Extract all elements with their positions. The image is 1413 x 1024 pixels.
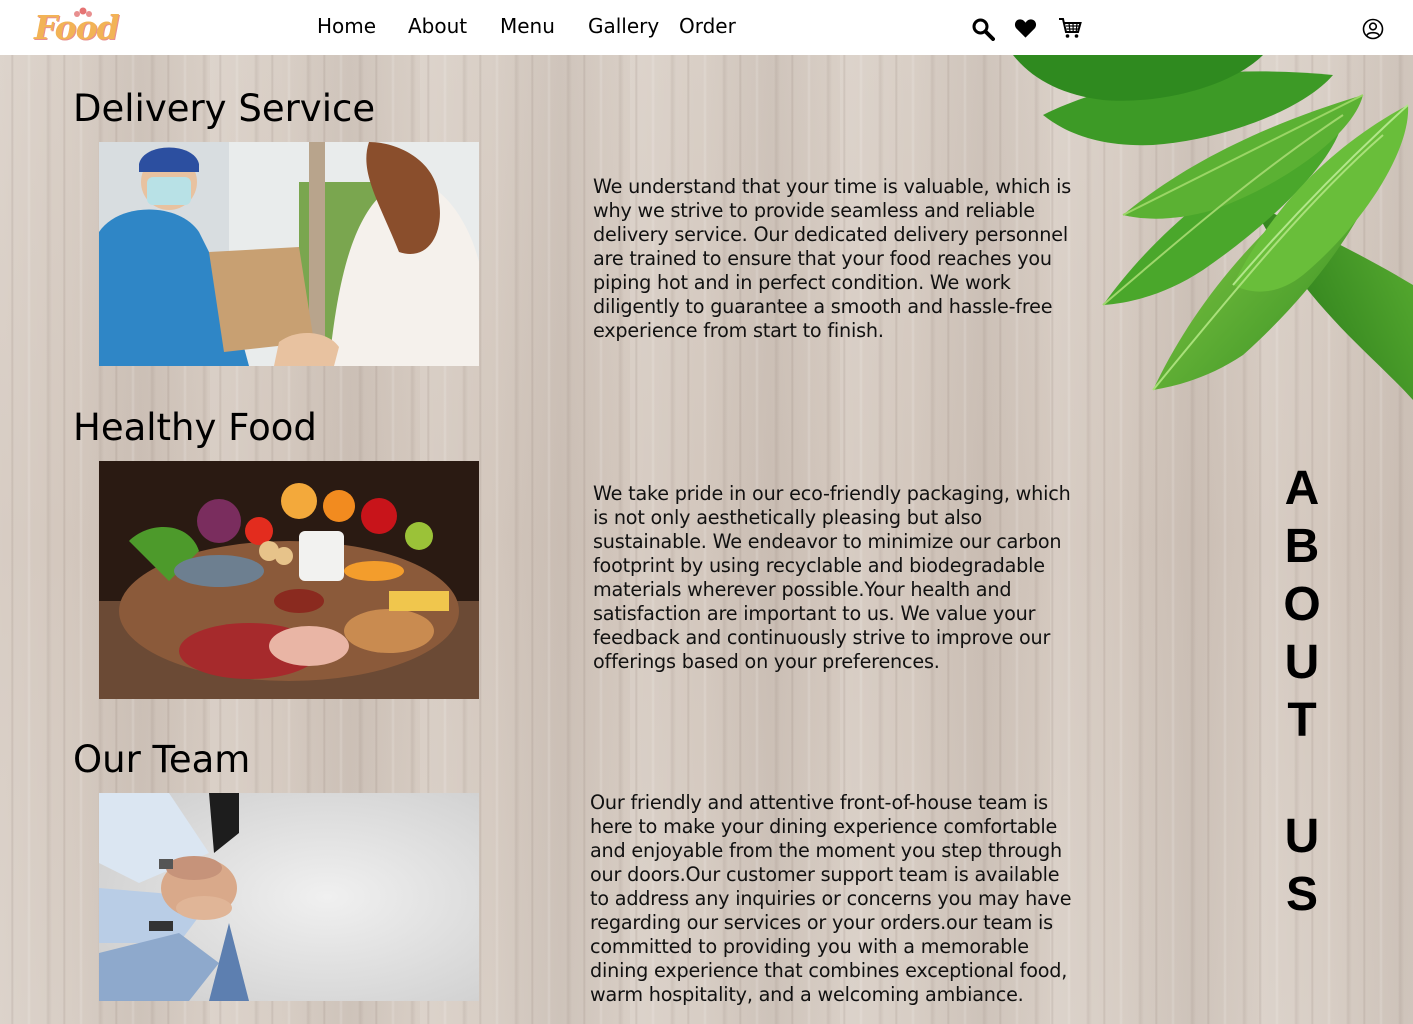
about-page-content: Delivery Service We understand that your…	[0, 55, 1413, 1024]
healthy-food-description: We take pride in our eco-friendly packag…	[593, 482, 1071, 673]
nav-gallery-link[interactable]: Gallery	[588, 14, 659, 38]
cart-icon[interactable]	[1058, 17, 1082, 39]
delivery-service-heading: Delivery Service	[73, 87, 376, 130]
our-team-description: Our friendly and attentive front-of-hous…	[590, 791, 1072, 1006]
healthy-food-photo	[99, 461, 479, 699]
delivery-service-photo	[99, 142, 479, 366]
nav-menu-link[interactable]: Menu	[500, 14, 555, 38]
food-logo[interactable]: Food	[34, 6, 120, 50]
user-account-icon[interactable]	[1362, 18, 1384, 40]
about-us-vertical-heading: A B O U T U S	[1278, 460, 1326, 924]
healthy-food-heading: Healthy Food	[73, 406, 317, 449]
nav-about-link[interactable]: About	[408, 14, 467, 38]
heading-letter: U	[1284, 810, 1320, 863]
logo-text: Food	[34, 8, 120, 47]
our-team-photo	[99, 793, 479, 1001]
heading-letter: A	[1284, 462, 1320, 515]
heading-letter: U	[1284, 636, 1320, 689]
heading-letter: O	[1283, 578, 1321, 631]
nav-order-link[interactable]: Order	[679, 14, 736, 38]
heading-letter: S	[1285, 868, 1318, 921]
search-icon[interactable]	[971, 17, 995, 41]
heading-spacer	[1278, 750, 1326, 808]
our-team-heading: Our Team	[73, 738, 251, 781]
heading-letter: B	[1284, 520, 1320, 573]
delivery-service-description: We understand that your time is valuable…	[593, 175, 1072, 342]
nav-home-link[interactable]: Home	[317, 14, 376, 38]
top-navigation-bar: Food Home About Menu Gallery Order	[0, 0, 1413, 55]
heart-icon[interactable]	[1014, 17, 1037, 39]
heading-letter: T	[1287, 694, 1317, 747]
